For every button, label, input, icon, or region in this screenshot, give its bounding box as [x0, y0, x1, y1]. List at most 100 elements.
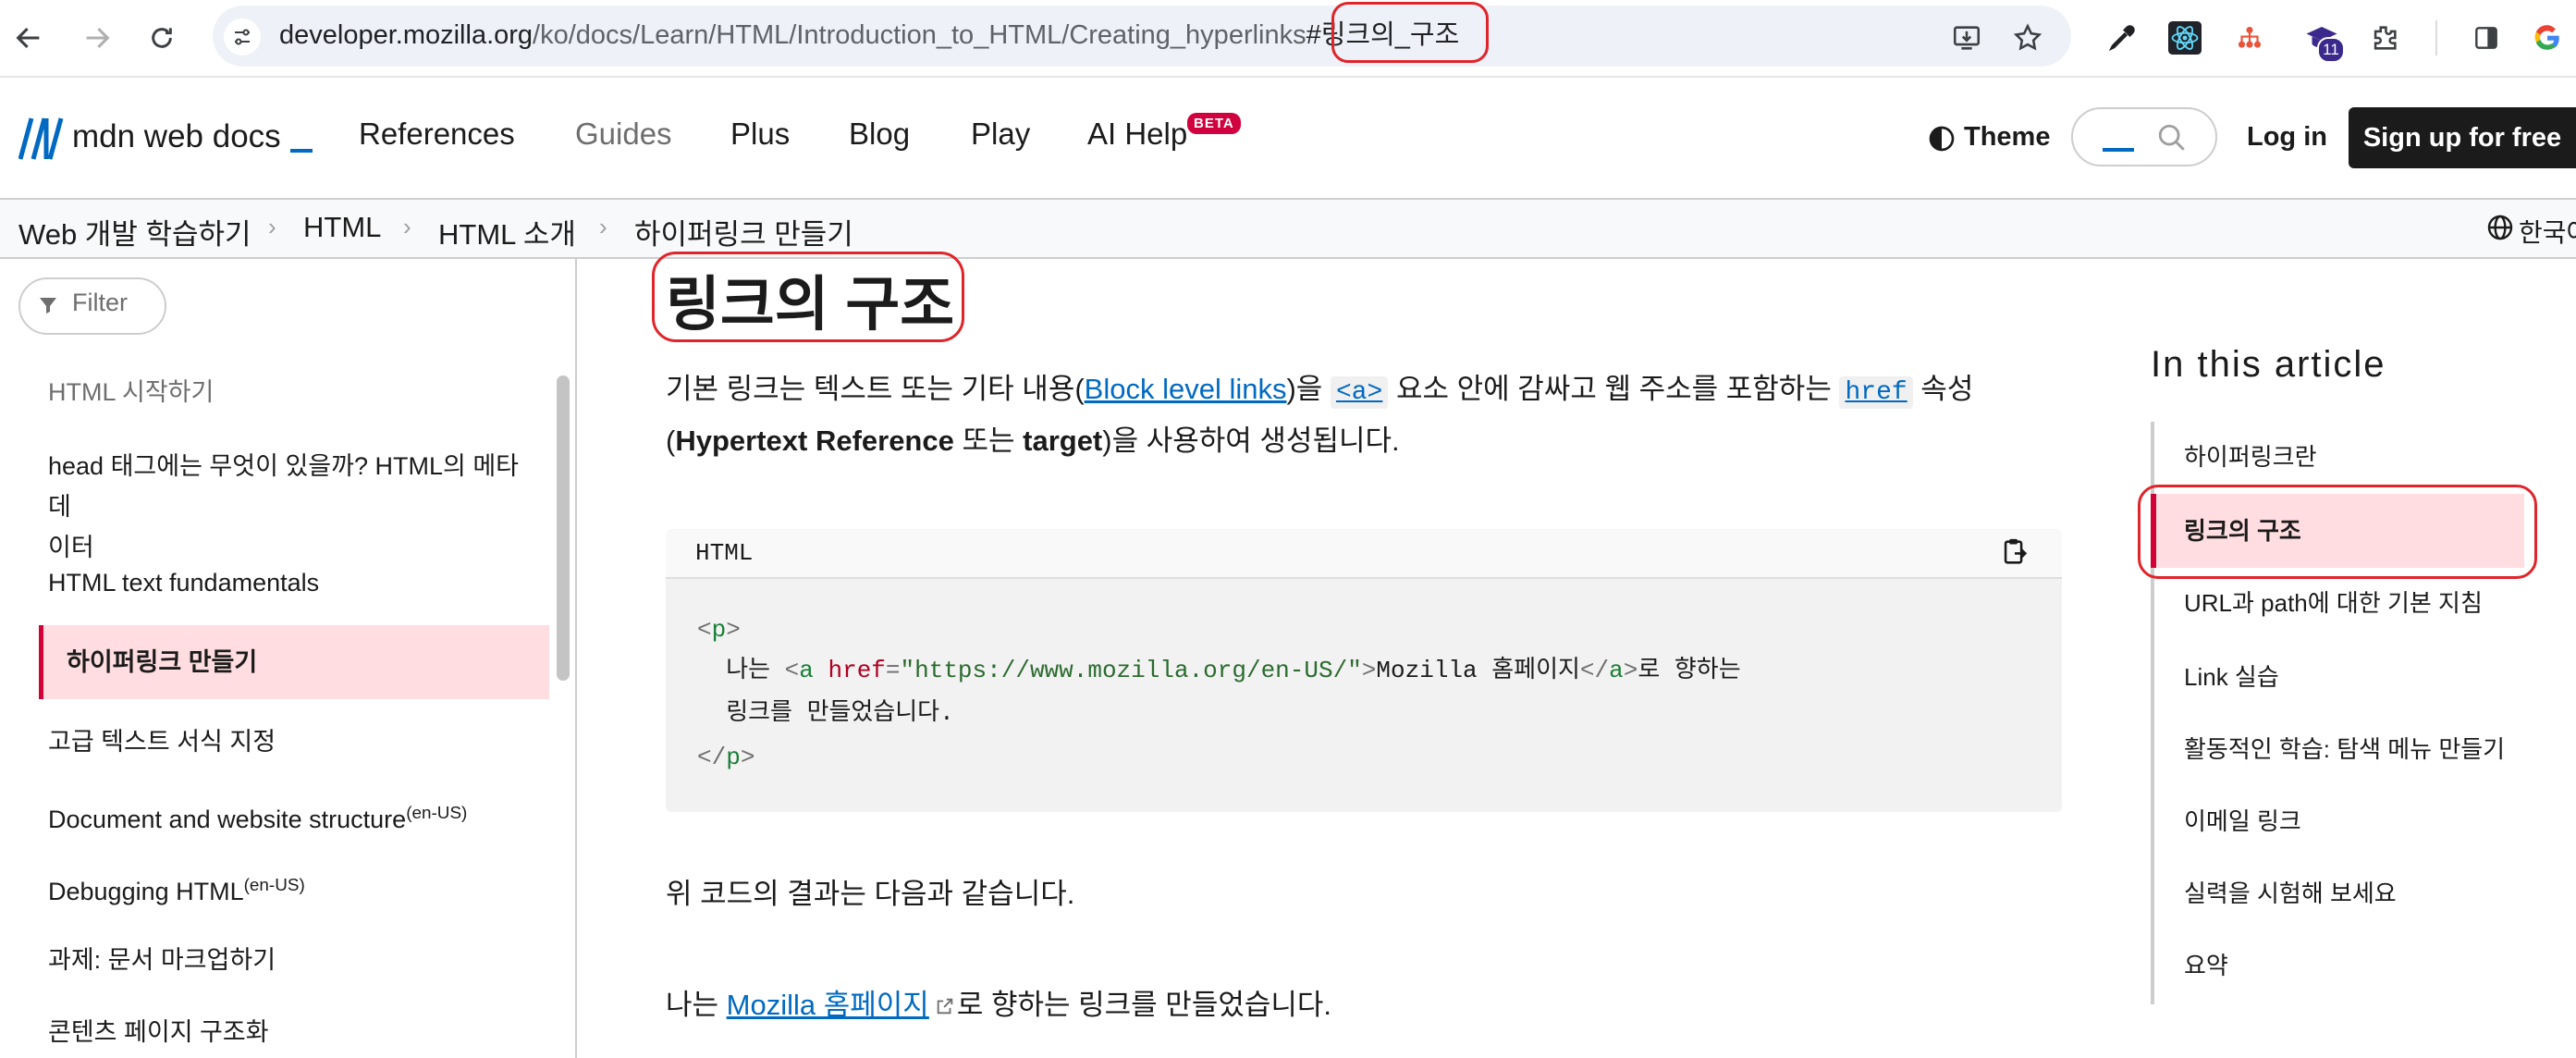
forward-button[interactable]: [76, 17, 118, 59]
code-language-label: HTML: [695, 539, 754, 567]
nav-blog[interactable]: Blog: [849, 117, 910, 152]
text: 로 향하는 링크를 만들었습니다.: [956, 989, 1332, 1021]
breadcrumb-item-html[interactable]: HTML: [303, 211, 381, 244]
a-element-link[interactable]: <a>: [1330, 376, 1389, 409]
nav-plus[interactable]: Plus: [730, 117, 790, 152]
text: 요소 안에 감싸고 웹 주소를 포함하는: [1388, 373, 1840, 405]
breadcrumb-item-learn[interactable]: Web 개발 학습하기: [18, 211, 251, 252]
sidebar-item-label-cont: 이터: [48, 534, 94, 561]
logo-wordmark: mdn web docs: [72, 118, 281, 154]
sidebar-item-head[interactable]: head 태그에는 무엇이 있을까? HTML의 메타데이터: [48, 446, 529, 568]
site-info-button[interactable]: [224, 18, 261, 55]
sidebar-item-assessment[interactable]: 과제: 문서 마크업하기: [48, 940, 529, 980]
side-panel-button[interactable]: [2465, 17, 2508, 59]
language-selector[interactable]: 한국어: [2519, 213, 2576, 250]
sidebar-item-advanced-text[interactable]: 고급 텍스트 서식 지정: [48, 721, 529, 762]
clipboard-icon: [2004, 538, 2028, 564]
toc-item-what-is-hyperlink[interactable]: 하이퍼링크란: [2184, 438, 2317, 475]
breadcrumb: [0, 200, 2576, 259]
react-devtools-extension[interactable]: [2164, 17, 2206, 59]
toc-item-url-path[interactable]: URL과 path에 대한 기본 지침: [2184, 584, 2483, 621]
toc-item-link-practice[interactable]: Link 실습: [2184, 658, 2279, 695]
arrow-left-icon: [16, 27, 40, 49]
nav-guides[interactable]: Guides: [575, 117, 672, 152]
href-attribute-link[interactable]: href: [1839, 376, 1913, 409]
chevron-right-icon: ›: [268, 213, 276, 240]
install-app-button[interactable]: [1945, 17, 1988, 59]
code-text: Mozilla 홈페이지: [1376, 657, 1580, 684]
text: 기본 링크는 텍스트 또는 기타 내용(: [666, 373, 1085, 405]
sitemap-extension[interactable]: [2228, 17, 2271, 59]
toc-item-email-links[interactable]: 이메일 링크: [2184, 803, 2301, 840]
bookmark-button[interactable]: [2006, 17, 2049, 59]
text: 속성: [1912, 373, 1974, 405]
sidebar-item-label: Document and website structure: [48, 806, 407, 833]
sidebar-item-getting-started[interactable]: HTML 시작하기: [48, 372, 529, 412]
toc-item-summary[interactable]: 요약: [2184, 947, 2228, 984]
reload-icon: [152, 28, 172, 48]
mozilla-homepage-link[interactable]: Mozilla 홈페이지: [727, 989, 929, 1021]
nav-play[interactable]: Play: [971, 117, 1030, 152]
tune-icon: [235, 29, 250, 45]
extension-badge: 11: [2317, 37, 2345, 63]
mdn-logo[interactable]: [18, 117, 65, 166]
sidebar-item-document-structure[interactable]: Document and website structure(en-US): [48, 794, 529, 840]
eyedropper-extension[interactable]: [2101, 17, 2143, 59]
login-button[interactable]: Log in: [2247, 122, 2327, 153]
result-intro: 위 코드의 결과는 다음과 같습니다.: [666, 878, 1075, 910]
sidebar-item-debugging[interactable]: Debugging HTML(en-US): [48, 866, 529, 912]
sidebar-item-structuring-content[interactable]: 콘텐츠 페이지 구조화: [48, 1012, 529, 1052]
text: )을 사용하여 생성됩니다.: [1102, 424, 1400, 457]
intro-paragraph-line2: (Hypertext Reference 또는 target)을 사용하여 생성…: [666, 418, 1400, 464]
chevron-right-icon: ›: [403, 213, 411, 240]
text: 또는: [953, 424, 1024, 457]
logo-text[interactable]: mdn web docs: [72, 118, 313, 155]
reload-button[interactable]: [141, 17, 183, 59]
code-text: 나는: [697, 657, 785, 684]
breadcrumb-item-intro[interactable]: HTML 소개: [438, 211, 576, 252]
url-path: /ko/docs/Learn/HTML/Introduction_to_HTML…: [533, 20, 1306, 50]
sidebar-item-text-fundamentals[interactable]: HTML text fundamentals: [48, 562, 529, 603]
install-icon: [1953, 26, 1981, 50]
theme-button[interactable]: Theme: [1964, 122, 2050, 153]
toc-item-nav-menu[interactable]: 활동적인 학습: 탐색 메뉴 만들기: [2184, 731, 2505, 768]
text: )을: [1286, 373, 1331, 405]
code-header: [666, 529, 2062, 579]
sidebar-scrollbar[interactable]: [557, 375, 570, 681]
signup-button[interactable]: Sign up for free: [2349, 107, 2576, 168]
back-button[interactable]: [7, 17, 50, 59]
copy-button[interactable]: [1999, 536, 2030, 572]
extensions-button[interactable]: [2363, 17, 2406, 59]
code-line-4: </p>: [697, 744, 755, 771]
beta-badge: BETA: [1187, 113, 1241, 134]
code-tag: a: [1609, 657, 1624, 684]
toc-item-test-skills[interactable]: 실력을 시험해 보세요: [2184, 875, 2397, 912]
star-icon: [2013, 23, 2042, 51]
nav-references[interactable]: References: [359, 117, 515, 152]
url-text[interactable]: developer.mozilla.org/ko/docs/Learn/HTML…: [279, 17, 1459, 54]
url-host: developer.mozilla.org: [279, 20, 534, 50]
code-attr: href: [828, 657, 886, 684]
search-icon[interactable]: [2156, 122, 2188, 158]
google-account-button[interactable]: [2526, 17, 2569, 59]
search-input[interactable]: [2071, 107, 2217, 166]
code-line-2: 나는 <a href="https://www.mozilla.org/en-U…: [697, 657, 1741, 684]
react-icon: [2168, 21, 2202, 55]
globe-icon: [2485, 213, 2515, 247]
chevron-right-icon: ›: [599, 213, 607, 240]
code-string: "https://www.mozilla.org/en-US/": [900, 657, 1362, 684]
text: (: [666, 424, 676, 457]
breadcrumb-item-current[interactable]: 하이퍼링크 만들기: [634, 211, 853, 252]
nav-ai-help[interactable]: AI Help: [1087, 117, 1187, 152]
intro-paragraph-line1: 기본 링크는 텍스트 또는 기타 내용(Block level links)을 …: [666, 366, 1973, 416]
logo-cursor: [289, 149, 313, 153]
sidebar-item-label: head 태그에는 무엇이 있을까? HTML의 메타데: [48, 452, 520, 521]
mdn-logo-icon: [18, 117, 64, 160]
toc-annotation: [2138, 485, 2537, 579]
block-level-links-link[interactable]: Block level links: [1085, 373, 1287, 405]
code-tag: p: [726, 744, 741, 771]
bold-term: target: [1023, 424, 1103, 457]
sidebar-item-hyperlinks[interactable]: 하이퍼링크 만들기: [67, 642, 547, 683]
filter-icon: [37, 294, 59, 321]
external-link-icon: [937, 998, 953, 1015]
